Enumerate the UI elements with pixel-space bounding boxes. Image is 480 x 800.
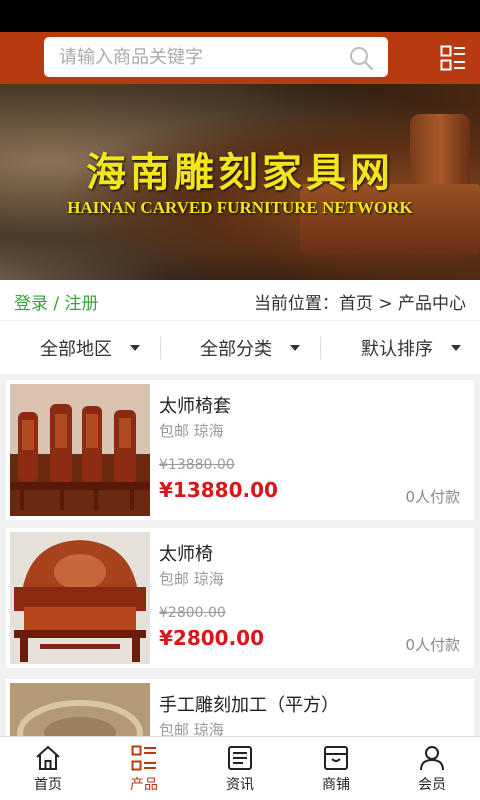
top-header (0, 32, 480, 84)
tab-shops[interactable]: 商铺 (288, 737, 384, 800)
user-icon (420, 746, 444, 771)
login-register: 登录 / 注册 (14, 289, 99, 314)
breadcrumb-arrow: > (372, 294, 398, 314)
search-input[interactable] (44, 37, 344, 77)
product-price: ¥13880.00 (159, 478, 278, 502)
product-name: 手工雕刻加工（平方） (159, 695, 339, 716)
tab-shops-label: 商铺 (322, 777, 350, 793)
product-name: 太师椅套 (159, 396, 231, 417)
banner-title: 海南雕刻家具网 (86, 150, 394, 196)
shop-icon (324, 746, 348, 770)
tab-home[interactable]: 首页 (0, 737, 96, 800)
caret-down-icon (451, 345, 461, 351)
filter-divider (320, 337, 321, 359)
caret-down-icon (130, 345, 140, 351)
filter-region[interactable]: 全部地区 (40, 321, 140, 375)
tab-products[interactable]: 产品 (96, 737, 192, 800)
tab-member-label: 会员 (418, 777, 446, 793)
filter-sort-label: 默认排序 (361, 339, 433, 360)
filter-category-label: 全部分类 (200, 339, 272, 360)
product-meta: 包邮 琼海 (159, 570, 224, 588)
bottom-tab-bar: 首页 产品 资讯 商铺 会员 (0, 736, 480, 800)
tab-news-label: 资讯 (226, 777, 254, 793)
news-icon (228, 746, 252, 770)
search-box[interactable] (44, 37, 388, 77)
product-thumbnail[interactable] (10, 384, 150, 516)
tab-home-label: 首页 (34, 777, 62, 793)
product-sales-count: 0人付款 (405, 488, 460, 506)
product-price: ¥2800.00 (159, 626, 265, 650)
product-sales-count: 0人付款 (405, 636, 460, 654)
login-link[interactable]: 登录 (14, 294, 48, 314)
product-original-price: ¥2800.00 (159, 605, 226, 621)
filter-region-label: 全部地区 (40, 339, 112, 360)
product-thumbnail[interactable] (10, 532, 150, 664)
home-icon (36, 746, 60, 770)
product-list: 太师椅套 包邮 琼海 ¥13880.00 ¥13880.00 0人付款 太师椅 … (0, 374, 480, 736)
search-icon[interactable] (348, 45, 374, 71)
product-card[interactable]: 太师椅套 包邮 琼海 ¥13880.00 ¥13880.00 0人付款 (6, 380, 474, 520)
register-link[interactable]: 注册 (65, 294, 99, 314)
product-card[interactable]: 太师椅 包邮 琼海 ¥2800.00 ¥2800.00 0人付款 (6, 528, 474, 668)
tab-products-label: 产品 (130, 777, 158, 793)
breadcrumb-current: 产品中心 (398, 294, 466, 314)
filter-divider (160, 337, 161, 359)
banner-subtitle: HAINAN CARVED FURNITURE NETWORK (67, 198, 413, 217)
tab-member[interactable]: 会员 (384, 737, 480, 800)
filter-category[interactable]: 全部分类 (200, 321, 300, 375)
breadcrumb-label: 当前位置： (253, 294, 339, 314)
breadcrumb-home[interactable]: 首页 (339, 294, 373, 314)
filter-sort[interactable]: 默认排序 (361, 321, 461, 375)
product-original-price: ¥13880.00 (159, 457, 235, 473)
status-bar (0, 0, 480, 32)
product-meta: 包邮 琼海 (159, 721, 224, 736)
product-meta: 包邮 琼海 (159, 422, 224, 440)
product-thumbnail[interactable] (10, 683, 150, 736)
login-separator: / (48, 294, 65, 314)
breadcrumb-bar: 登录 / 注册 当前位置：首页 > 产品中心 (0, 280, 480, 320)
tab-news[interactable]: 资讯 (192, 737, 288, 800)
menu-icon[interactable] (440, 45, 466, 71)
filter-bar: 全部地区 全部分类 默认排序 (0, 320, 480, 374)
banner[interactable]: 海南雕刻家具网 HAINAN CARVED FURNITURE NETWORK (0, 84, 480, 280)
list-icon (131, 745, 156, 771)
product-card[interactable]: 手工雕刻加工（平方） 包邮 琼海 (6, 679, 474, 736)
caret-down-icon (290, 345, 300, 351)
breadcrumb: 当前位置：首页 > 产品中心 (254, 289, 466, 314)
product-name: 太师椅 (159, 544, 213, 565)
